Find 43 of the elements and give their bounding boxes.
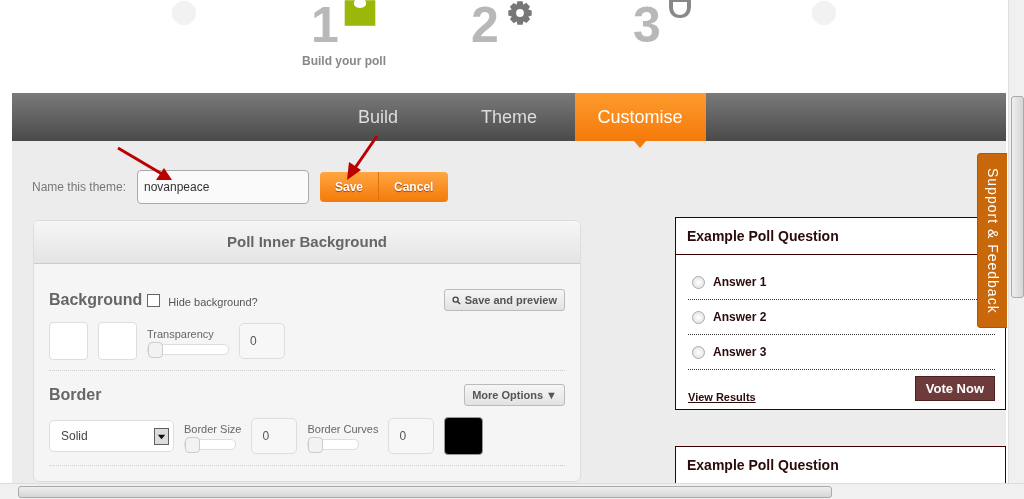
step-label[interactable]: Build your poll <box>302 54 386 68</box>
slider-label: Transparency <box>147 327 215 340</box>
tab[interactable]: Theme <box>443 93 575 141</box>
value-field[interactable]: 0 <box>239 323 285 359</box>
answer-label[interactable]: Answer 3 <box>713 345 767 359</box>
value-field[interactable]: 0 <box>251 418 298 454</box>
vote-button[interactable]: Vote Now <box>914 376 995 401</box>
field-label: Name this theme: <box>32 180 128 194</box>
slider-label: Border Curves <box>307 422 379 435</box>
section-heading: Border <box>49 386 102 404</box>
vertical-scrollbar[interactable] <box>1008 0 1024 483</box>
checkbox-label: Hide background? <box>168 295 258 308</box>
horizontal-scrollbar[interactable] <box>0 483 1024 499</box>
answer-label[interactable]: Answer 1 <box>713 275 767 289</box>
radio-button[interactable] <box>692 275 705 289</box>
support-tab[interactable]: Support & Feedback <box>977 153 1007 328</box>
step-number: 3 <box>633 0 661 50</box>
radio-button[interactable] <box>692 310 705 324</box>
view-results-link[interactable]: View Results <box>688 391 756 403</box>
slider-track[interactable] <box>184 438 236 450</box>
slider-track[interactable] <box>307 438 360 450</box>
slider-thumb[interactable] <box>148 341 163 358</box>
section-heading: Background <box>49 291 143 309</box>
border-style-dropdown[interactable]: Solid <box>49 420 174 452</box>
step-number: 1 <box>311 0 339 50</box>
step-number: 2 <box>471 0 499 50</box>
theme-name-field[interactable]: novanpeace <box>137 170 309 204</box>
radio-button[interactable] <box>692 345 705 359</box>
tab-pointer-icon <box>633 141 646 148</box>
search-icon <box>451 295 461 305</box>
caret-icon <box>154 427 169 445</box>
tab[interactable]: Build <box>312 93 444 141</box>
card-title: Poll Inner Background <box>34 221 580 264</box>
value-field[interactable]: 0 <box>388 418 435 454</box>
answer-label[interactable]: Answer 2 <box>713 310 767 324</box>
checkbox[interactable] <box>147 293 161 307</box>
more-options-button[interactable]: More Options ▼ <box>464 384 565 406</box>
color-swatch[interactable] <box>444 417 484 455</box>
slider-thumb[interactable] <box>308 436 324 453</box>
slider-label: Border Size <box>184 422 242 435</box>
slider-track[interactable] <box>147 343 229 355</box>
slider-thumb[interactable] <box>185 436 200 453</box>
save-preview-button[interactable]: Save and preview <box>443 289 565 311</box>
